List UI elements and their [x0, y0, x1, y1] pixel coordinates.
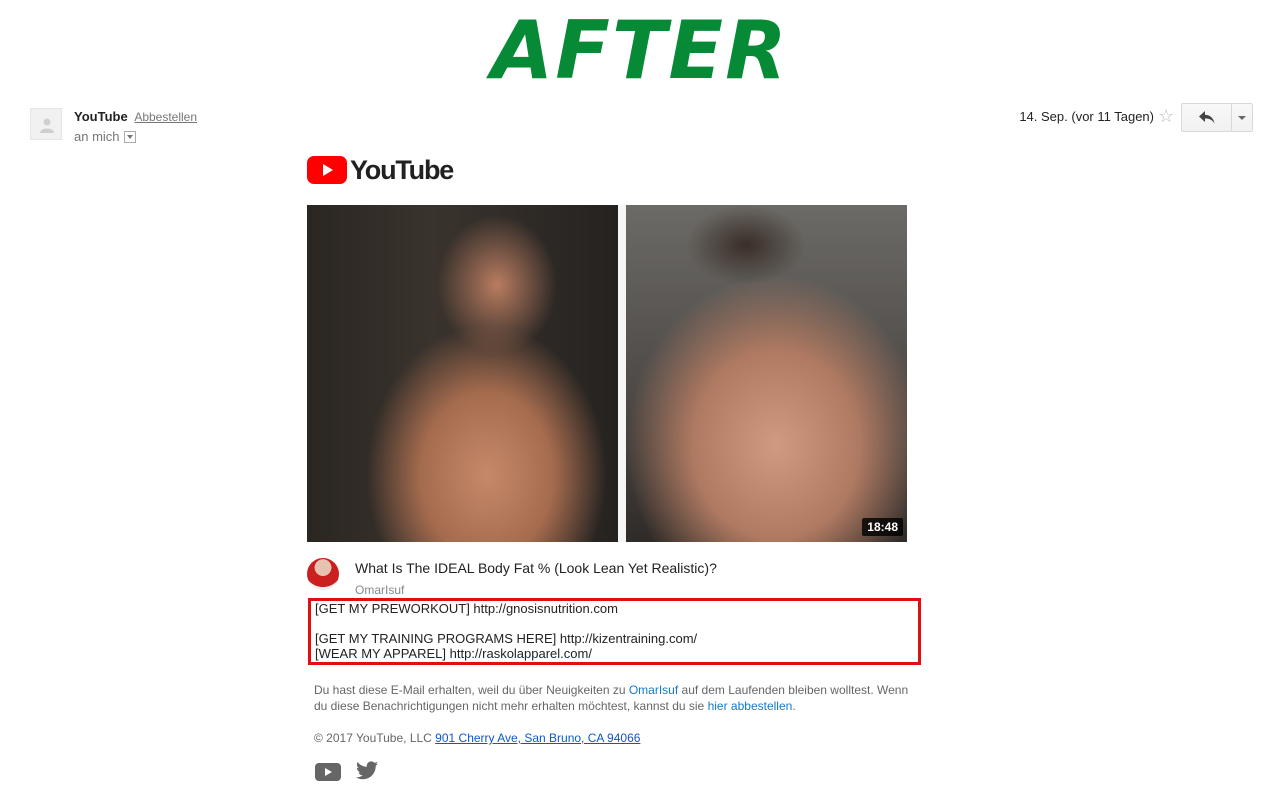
highlighted-description: [GET MY PREWORKOUT] http://gnosisnutriti… [308, 598, 921, 665]
copyright-line: © 2017 YouTube, LLC 901 Cherry Ave, San … [314, 731, 640, 745]
footer-channel-link[interactable]: OmarIsuf [629, 683, 678, 697]
video-duration: 18:48 [862, 518, 903, 536]
footer-text: Du hast diese E-Mail erhalten, weil du ü… [314, 683, 629, 697]
footer-unsubscribe-link[interactable]: hier abbestellen [708, 699, 793, 713]
reply-icon [1199, 111, 1215, 124]
youtube-wordmark: YouTube [350, 155, 454, 185]
footer-notice: Du hast diese E-Mail erhalten, weil du ü… [314, 682, 914, 714]
thumbnail-divider [618, 205, 626, 542]
video-title[interactable]: What Is The IDEAL Body Fat % (Look Lean … [355, 560, 717, 576]
channel-name[interactable]: OmarIsuf [355, 583, 404, 597]
description-line: [GET MY PREWORKOUT] http://gnosisnutriti… [315, 601, 618, 616]
thumbnail-back-photo [626, 205, 907, 542]
copyright-text: © 2017 YouTube, LLC [314, 731, 436, 745]
footer-text: . [792, 699, 796, 713]
youtube-play-icon [307, 156, 347, 184]
email-date: 14. Sep. (vor 11 Tagen) [1019, 109, 1154, 124]
twitter-icon[interactable] [356, 761, 378, 780]
recipient-details-dropdown[interactable] [123, 130, 136, 143]
description-line: [WEAR MY APPAREL] http://raskolapparel.c… [315, 646, 592, 661]
address-link[interactable]: 901 Cherry Ave, San Bruno, CA 94066 [435, 731, 640, 745]
sender-line: YouTube Abbestellen [74, 109, 197, 124]
description-line: [GET MY TRAINING PROGRAMS HERE] http://k… [315, 631, 698, 646]
person-icon [40, 118, 54, 133]
youtube-icon[interactable] [315, 763, 341, 781]
video-thumbnail[interactable]: 18:48 [307, 205, 907, 542]
more-actions-button[interactable] [1232, 104, 1252, 131]
unsubscribe-link[interactable]: Abbestellen [134, 110, 197, 124]
recipient-label: an mich [74, 129, 120, 144]
channel-avatar[interactable] [307, 558, 339, 590]
after-banner: AFTER [491, 4, 789, 97]
sender-name: YouTube [74, 109, 128, 124]
thumbnail-front-photo [307, 205, 618, 542]
description-gap [315, 616, 918, 631]
recipient-line: an mich [74, 129, 136, 144]
star-icon[interactable]: ☆ [1158, 106, 1174, 127]
reply-button-group [1181, 103, 1253, 132]
reply-button[interactable] [1182, 104, 1232, 131]
sender-avatar [30, 108, 62, 140]
